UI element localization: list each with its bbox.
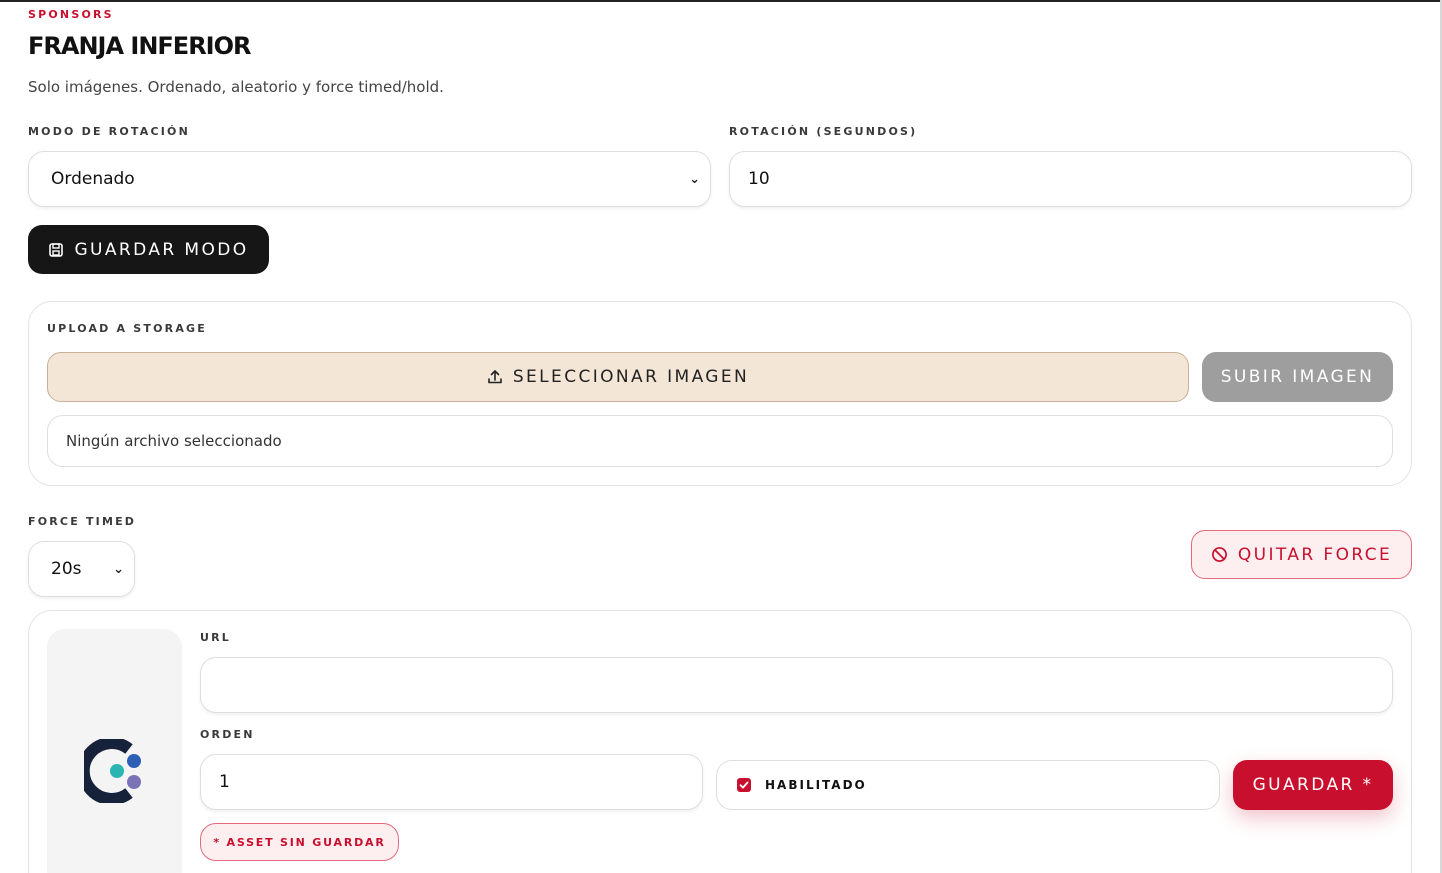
- file-status-text: Ningún archivo seleccionado: [66, 432, 282, 450]
- url-input[interactable]: [200, 657, 1393, 713]
- unsaved-asset-badge: * ASSET SIN GUARDAR: [200, 823, 399, 861]
- chevron-down-icon: ⌄: [113, 561, 124, 577]
- upload-image-label: SUBIR IMAGEN: [1220, 367, 1375, 387]
- save-icon: [49, 242, 64, 257]
- force-timed-select[interactable]: 20s ⌄: [28, 541, 135, 597]
- top-border: [0, 0, 1442, 2]
- check-icon: [739, 781, 749, 789]
- select-image-button[interactable]: SELECCIONAR IMAGEN: [47, 352, 1189, 402]
- page-subtitle: Solo imágenes. Ordenado, aleatorio y for…: [28, 78, 444, 96]
- order-label: ORDEN: [200, 728, 255, 741]
- order-value: 1: [219, 772, 230, 792]
- order-input[interactable]: 1: [200, 754, 703, 810]
- rotation-mode-label: MODO DE ROTACIÓN: [28, 125, 190, 138]
- sponsor-logo-icon: [84, 739, 141, 803]
- force-timed-value: 20s: [51, 559, 82, 579]
- save-asset-label: GUARDAR *: [1252, 775, 1374, 795]
- chevron-down-icon: ⌄: [689, 171, 700, 187]
- select-image-label: SELECCIONAR IMAGEN: [512, 367, 750, 387]
- upload-icon: [488, 370, 502, 384]
- page-title: FRANJA INFERIOR: [28, 32, 251, 60]
- remove-force-button[interactable]: QUITAR FORCE: [1191, 530, 1412, 579]
- force-timed-label: FORCE TIMED: [28, 515, 137, 528]
- enabled-label: HABILITADO: [765, 778, 867, 792]
- save-mode-button[interactable]: GUARDAR MODO: [28, 225, 269, 274]
- file-status-field: Ningún archivo seleccionado: [47, 415, 1393, 467]
- ban-icon: [1211, 547, 1227, 562]
- upload-label: UPLOAD A STORAGE: [47, 322, 207, 335]
- enabled-toggle[interactable]: HABILITADO: [716, 760, 1220, 810]
- unsaved-asset-text: * ASSET SIN GUARDAR: [213, 835, 386, 849]
- asset-thumbnail: [47, 629, 182, 873]
- rotation-mode-value: Ordenado: [51, 169, 135, 189]
- rotation-seconds-input[interactable]: 10: [729, 151, 1412, 207]
- upload-image-button[interactable]: SUBIR IMAGEN: [1202, 352, 1393, 402]
- section-eyebrow: SPONSORS: [28, 8, 114, 21]
- save-mode-label: GUARDAR MODO: [74, 239, 249, 260]
- rotation-mode-select[interactable]: Ordenado ⌄: [28, 151, 711, 207]
- url-label: URL: [200, 631, 232, 644]
- save-asset-button[interactable]: GUARDAR *: [1233, 760, 1393, 810]
- remove-force-label: QUITAR FORCE: [1237, 544, 1393, 565]
- rotation-seconds-value: 10: [748, 169, 770, 189]
- enabled-checkbox[interactable]: [737, 778, 751, 792]
- rotation-seconds-label: ROTACIÓN (SEGUNDOS): [729, 125, 918, 138]
